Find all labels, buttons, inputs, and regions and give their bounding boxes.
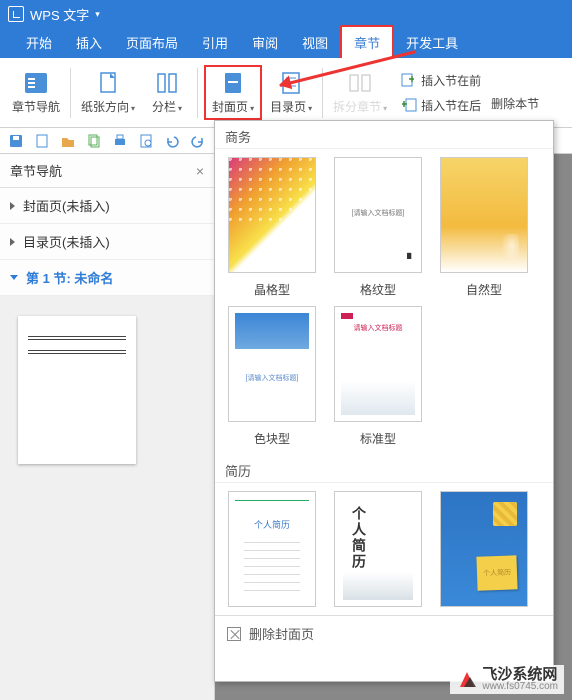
tab-reference[interactable]: 引用	[190, 27, 240, 58]
new-doc-icon[interactable]	[34, 133, 50, 149]
orientation-icon	[95, 70, 121, 96]
cover-label-block: 色块型	[254, 430, 290, 447]
delete-section-button[interactable]: 删除本节	[487, 93, 543, 114]
undo-icon[interactable]	[164, 133, 180, 149]
cover-thumb-nature	[440, 157, 528, 273]
save-icon[interactable]	[8, 133, 24, 149]
triangle-icon	[10, 238, 15, 246]
insert-after-label: 插入节在后	[421, 97, 481, 114]
insert-section-after-button[interactable]: 插入节在后	[397, 95, 485, 116]
toc-label: 目录页▾	[270, 98, 312, 115]
sidebar-item-cover[interactable]: 封面页(未插入)	[0, 188, 214, 224]
separator	[197, 68, 198, 118]
chapter-nav-sidebar: 章节导航 × 封面页(未插入) 目录页(未插入) 第 1 节: 未命名	[0, 154, 215, 700]
tab-start[interactable]: 开始	[14, 27, 64, 58]
nav-label: 章节导航	[12, 98, 60, 115]
cover-thumb-standard	[334, 306, 422, 422]
triangle-down-icon	[10, 275, 18, 280]
print-icon[interactable]	[112, 133, 128, 149]
cover-label-grid: 格纹型	[360, 281, 396, 298]
cover-label-standard: 标准型	[360, 430, 396, 447]
title-dropdown-icon[interactable]: ▾	[95, 9, 100, 20]
sidebar-sec1-label: 第 1 节: 未命名	[26, 268, 113, 287]
columns-icon	[154, 70, 180, 96]
tab-chapter[interactable]: 章节	[340, 25, 394, 58]
wps-logo-icon	[8, 6, 24, 22]
section-business-header: 商务	[215, 121, 553, 149]
orient-label: 纸张方向▾	[81, 98, 135, 115]
app-title: WPS 文字	[30, 5, 89, 24]
split-icon	[347, 70, 373, 96]
cover-resume2[interactable]: 个人简历	[329, 491, 427, 607]
watermark-brand: 飞沙系统网	[482, 667, 558, 682]
sidebar-title: 章节导航	[10, 161, 62, 180]
tab-layout[interactable]: 页面布局	[114, 27, 190, 58]
split-label: 拆分章节▾	[333, 98, 387, 115]
nav-pane-icon	[23, 70, 49, 96]
cover-standard[interactable]: 标准型	[329, 306, 427, 447]
sidebar-item-section1[interactable]: 第 1 节: 未命名	[0, 260, 214, 296]
cover-resume3[interactable]: 个人简历	[435, 491, 533, 607]
chapter-nav-button[interactable]: 章节导航	[8, 68, 64, 117]
insert-section-before-button[interactable]: 插入节在前	[397, 70, 485, 91]
cover-page-icon	[220, 70, 246, 96]
page-orientation-button[interactable]: 纸张方向▾	[77, 68, 139, 117]
cover-label-crystal: 晶格型	[254, 281, 290, 298]
separator	[70, 68, 71, 118]
page-thumbnail[interactable]	[18, 316, 136, 464]
sidebar-toc-label: 目录页(未插入)	[23, 232, 110, 251]
split-chapter-button[interactable]: 拆分章节▾	[329, 68, 391, 117]
delete-icon	[227, 627, 241, 641]
cover-page-button[interactable]: 封面页▾	[204, 65, 262, 120]
insert-before-label: 插入节在前	[421, 72, 481, 89]
insert-after-icon	[401, 97, 417, 113]
cover-block[interactable]: 色块型	[223, 306, 321, 447]
watermark: 飞沙系统网 www.fs0745.com	[450, 665, 564, 694]
cover-thumb-crystal	[228, 157, 316, 273]
watermark-icon	[456, 669, 478, 691]
columns-button[interactable]: 分栏▾	[143, 68, 191, 117]
redo-icon[interactable]	[190, 133, 206, 149]
page-thumbnail-area	[0, 296, 214, 700]
tab-insert[interactable]: 插入	[64, 27, 114, 58]
cover-thumb-grid	[334, 157, 422, 273]
sidebar-close-icon[interactable]: ×	[196, 163, 204, 179]
tab-review[interactable]: 审阅	[240, 27, 290, 58]
sidebar-cover-label: 封面页(未插入)	[23, 196, 110, 215]
delete-cover-button[interactable]: 删除封面页	[215, 615, 553, 651]
cover-crystal[interactable]: 晶格型	[223, 157, 321, 298]
insert-before-icon	[401, 72, 417, 88]
sidebar-item-toc[interactable]: 目录页(未插入)	[0, 224, 214, 260]
print-preview-icon[interactable]	[138, 133, 154, 149]
tab-view[interactable]: 视图	[290, 27, 340, 58]
cover-thumb-block	[228, 306, 316, 422]
cover-thumb-resume1: 个人简历	[228, 491, 316, 607]
delete-label: 删除本节	[491, 95, 539, 112]
triangle-icon	[10, 202, 15, 210]
cover-label-nature: 自然型	[466, 281, 502, 298]
cover-label: 封面页▾	[212, 98, 254, 115]
cover-nature[interactable]: 自然型	[435, 157, 533, 298]
delete-cover-label: 删除封面页	[249, 624, 314, 643]
copy-icon[interactable]	[86, 133, 102, 149]
watermark-url: www.fs0745.com	[482, 682, 558, 692]
cover-grid[interactable]: 格纹型	[329, 157, 427, 298]
cover-page-dropdown: 商务 晶格型 格纹型 自然型 色块型 标准型 简历 个人简历 个人简历	[214, 120, 554, 682]
cover-thumb-resume3: 个人简历	[440, 491, 528, 607]
cover-thumb-resume2: 个人简历	[334, 491, 422, 607]
cover-resume1[interactable]: 个人简历	[223, 491, 321, 607]
columns-label: 分栏▾	[152, 98, 182, 115]
title-bar: WPS 文字 ▾	[0, 0, 572, 28]
ribbon-tabs: 开始 插入 页面布局 引用 审阅 视图 章节 开发工具	[0, 28, 572, 58]
ribbon: 章节导航 纸张方向▾ 分栏▾ 封面页▾ 目录页▾ 拆分章节▾ 插	[0, 58, 572, 128]
section-resume-header: 简历	[215, 455, 553, 483]
open-icon[interactable]	[60, 133, 76, 149]
